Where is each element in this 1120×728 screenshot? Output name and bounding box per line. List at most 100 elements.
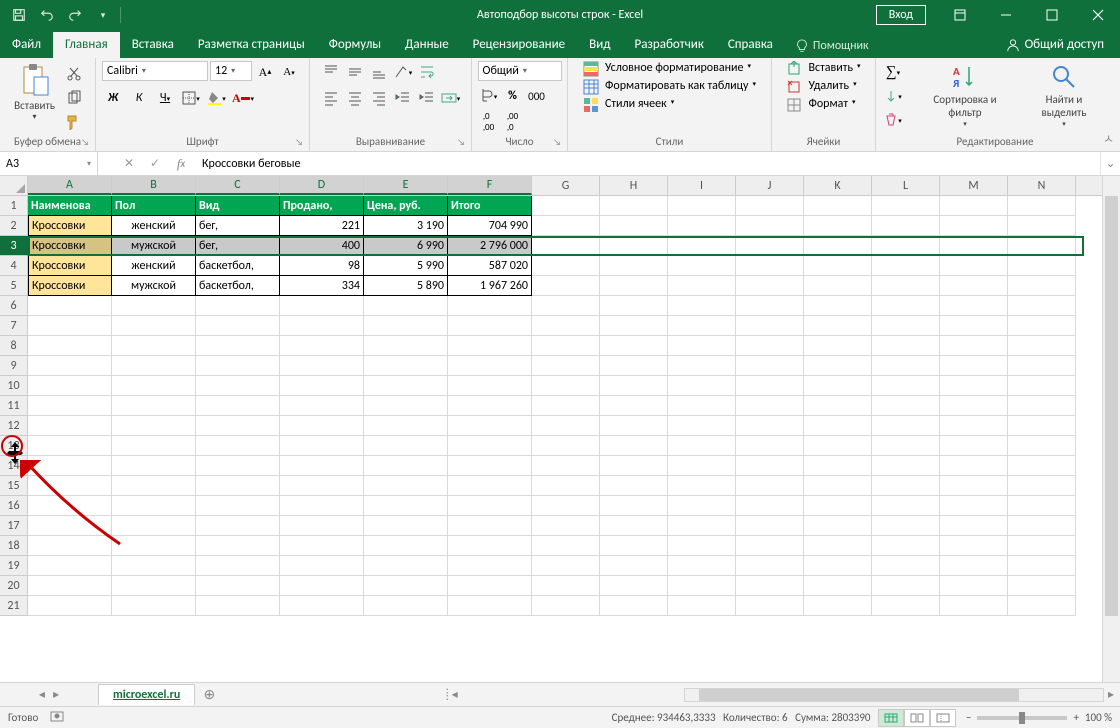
cell[interactable] [940, 276, 1008, 296]
cell[interactable] [872, 536, 940, 556]
cell[interactable] [364, 536, 448, 556]
tab-home[interactable]: Главная [53, 32, 120, 58]
font-size-combo[interactable]: 12▾ [210, 61, 252, 81]
cell[interactable] [448, 476, 532, 496]
cell[interactable]: Кроссовки [28, 256, 112, 276]
cell[interactable] [668, 196, 736, 216]
cell[interactable] [364, 496, 448, 516]
cell[interactable] [28, 516, 112, 536]
cell[interactable] [28, 476, 112, 496]
cell[interactable] [364, 416, 448, 436]
column-header[interactable]: M [940, 176, 1008, 195]
merge-icon[interactable]: ▾ [440, 87, 462, 109]
cell[interactable] [280, 316, 364, 336]
cell[interactable] [668, 376, 736, 396]
cell[interactable]: баскетбол, [196, 256, 280, 276]
align-middle-icon[interactable] [344, 61, 366, 83]
save-icon[interactable] [8, 4, 30, 26]
row-header[interactable]: 12 [0, 416, 28, 436]
cell[interactable] [940, 556, 1008, 576]
row-header[interactable]: 10 [0, 376, 28, 396]
cell[interactable] [804, 196, 872, 216]
clear-icon[interactable]: ▾ [882, 109, 904, 131]
cell[interactable] [736, 396, 804, 416]
cell[interactable] [668, 356, 736, 376]
number-format-combo[interactable]: Общий▾ [478, 61, 562, 81]
column-header[interactable]: F [448, 176, 532, 195]
cell[interactable] [448, 416, 532, 436]
cell[interactable]: женский [112, 256, 196, 276]
align-top-icon[interactable] [320, 61, 342, 83]
cell[interactable] [196, 456, 280, 476]
cell[interactable] [600, 216, 668, 236]
cell[interactable] [872, 576, 940, 596]
expand-formula-icon[interactable]: ⌄ [1100, 152, 1120, 175]
cell[interactable] [804, 556, 872, 576]
cell[interactable] [532, 456, 600, 476]
cell[interactable] [280, 456, 364, 476]
cell[interactable] [448, 336, 532, 356]
sort-filter-button[interactable]: АЯ Сортировка и фильтр▾ [914, 61, 1016, 130]
cell[interactable] [112, 496, 196, 516]
cell[interactable] [940, 316, 1008, 336]
cell[interactable] [1008, 296, 1076, 316]
cell[interactable] [872, 436, 940, 456]
cell[interactable] [280, 376, 364, 396]
column-headers[interactable]: ABCDEFGHIJKLMN [28, 176, 1102, 196]
cell[interactable] [112, 356, 196, 376]
cell[interactable]: 334 [280, 276, 364, 296]
cell[interactable] [804, 356, 872, 376]
minimize-icon[interactable] [984, 0, 1028, 30]
cell[interactable] [736, 456, 804, 476]
cell[interactable] [736, 536, 804, 556]
cell[interactable] [804, 276, 872, 296]
cell[interactable] [448, 396, 532, 416]
cell[interactable] [600, 516, 668, 536]
cell[interactable] [280, 596, 364, 616]
column-header[interactable]: E [364, 176, 448, 195]
vertical-scrollbar[interactable] [1102, 176, 1120, 682]
cut-icon[interactable] [63, 63, 85, 85]
cell[interactable] [600, 356, 668, 376]
cell[interactable] [940, 336, 1008, 356]
cell[interactable] [600, 536, 668, 556]
row-header[interactable]: 19 [0, 556, 28, 576]
cell[interactable] [872, 336, 940, 356]
cell[interactable] [196, 336, 280, 356]
cell[interactable] [804, 576, 872, 596]
column-header[interactable]: H [600, 176, 668, 195]
cell[interactable] [668, 496, 736, 516]
cell[interactable] [736, 336, 804, 356]
cell[interactable] [600, 556, 668, 576]
cell[interactable] [940, 536, 1008, 556]
decrease-indent-icon[interactable] [392, 87, 414, 109]
italic-icon[interactable]: К [128, 87, 150, 109]
cell[interactable] [668, 276, 736, 296]
cell[interactable] [112, 576, 196, 596]
cell[interactable] [364, 576, 448, 596]
cell[interactable] [112, 296, 196, 316]
cell[interactable] [872, 596, 940, 616]
font-name-combo[interactable]: Calibri▾ [102, 61, 208, 81]
cell[interactable] [196, 576, 280, 596]
view-pagebreak-icon[interactable] [930, 709, 956, 727]
cell[interactable] [28, 556, 112, 576]
cell[interactable] [1008, 396, 1076, 416]
cell[interactable] [364, 336, 448, 356]
cell[interactable] [280, 336, 364, 356]
cell[interactable] [600, 436, 668, 456]
cell[interactable] [1008, 336, 1076, 356]
cell[interactable]: мужской [112, 276, 196, 296]
cell[interactable] [532, 336, 600, 356]
cell[interactable] [600, 476, 668, 496]
cell[interactable] [448, 576, 532, 596]
cell[interactable] [804, 476, 872, 496]
cell[interactable]: 221 [280, 216, 364, 236]
cell[interactable] [1008, 216, 1076, 236]
format-painter-icon[interactable] [63, 111, 85, 133]
redo-icon[interactable] [64, 4, 86, 26]
cell[interactable] [532, 196, 600, 216]
cell[interactable] [112, 316, 196, 336]
row-header[interactable]: 2 [0, 216, 28, 236]
column-header[interactable]: L [872, 176, 940, 195]
